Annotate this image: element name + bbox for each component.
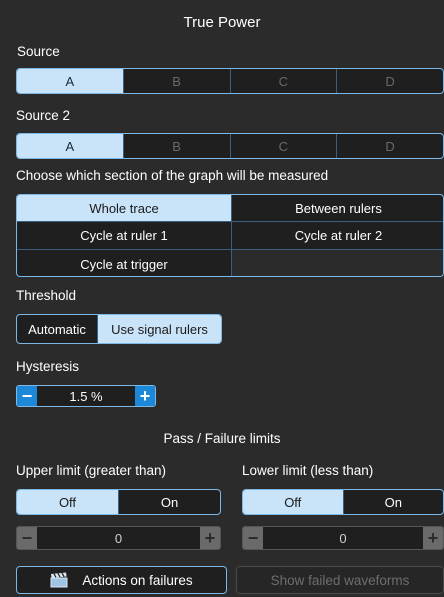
show-failed-waveforms-label: Show failed waveforms bbox=[270, 572, 410, 588]
upper-limit-increment-button[interactable]: + bbox=[200, 527, 220, 549]
threshold-option-signal-rulers[interactable]: Use signal rulers bbox=[97, 315, 221, 343]
source2-option-a[interactable]: A bbox=[17, 134, 123, 158]
source-label: Source bbox=[17, 44, 60, 59]
lower-limit-off[interactable]: Off bbox=[243, 490, 343, 514]
lower-limit-label: Lower limit (less than) bbox=[242, 463, 374, 478]
source-option-a[interactable]: A bbox=[17, 69, 123, 93]
hysteresis-increment-button[interactable]: + bbox=[135, 386, 155, 406]
hysteresis-decrement-button[interactable]: − bbox=[17, 386, 37, 406]
lower-limit-value[interactable]: 0 bbox=[263, 527, 423, 549]
source-option-c[interactable]: C bbox=[229, 69, 337, 93]
upper-limit-on[interactable]: On bbox=[118, 490, 220, 514]
section-label: Choose which section of the graph will b… bbox=[16, 168, 329, 183]
upper-limit-decrement-button[interactable]: − bbox=[17, 527, 37, 549]
limits-heading: Pass / Failure limits bbox=[163, 431, 281, 446]
hysteresis-stepper: − 1.5 % + bbox=[16, 385, 156, 407]
source2-option-b[interactable]: B bbox=[122, 134, 230, 158]
section-option-cycle-ruler-2[interactable]: Cycle at ruler 2 bbox=[232, 222, 443, 250]
threshold-label: Threshold bbox=[16, 288, 77, 303]
lower-limit-increment-button[interactable]: + bbox=[423, 527, 443, 549]
section-empty-cell bbox=[232, 250, 443, 276]
lower-limit-on[interactable]: On bbox=[342, 490, 444, 514]
source2-option-d[interactable]: D bbox=[336, 134, 443, 158]
source2-label: Source 2 bbox=[16, 108, 71, 123]
upper-limit-stepper: − 0 + bbox=[16, 526, 221, 550]
threshold-option-automatic[interactable]: Automatic bbox=[17, 315, 97, 343]
hysteresis-value[interactable]: 1.5 % bbox=[37, 386, 135, 406]
upper-limit-toggle: Off On bbox=[16, 489, 221, 515]
show-failed-waveforms-button[interactable]: Show failed waveforms bbox=[236, 566, 444, 594]
clapperboard-icon bbox=[50, 572, 68, 588]
section-selector: Whole trace Between rulers Cycle at rule… bbox=[16, 194, 444, 277]
upper-limit-off[interactable]: Off bbox=[17, 490, 118, 514]
section-option-cycle-trigger[interactable]: Cycle at trigger bbox=[17, 250, 232, 276]
source-selector: A B C D bbox=[16, 68, 444, 94]
threshold-selector: Automatic Use signal rulers bbox=[16, 314, 222, 344]
lower-limit-stepper: − 0 + bbox=[242, 526, 444, 550]
hysteresis-label: Hysteresis bbox=[16, 359, 80, 374]
source-option-b[interactable]: B bbox=[122, 69, 230, 93]
source-option-d[interactable]: D bbox=[336, 69, 443, 93]
lower-limit-toggle: Off On bbox=[242, 489, 444, 515]
section-option-whole-trace[interactable]: Whole trace bbox=[17, 195, 232, 222]
actions-on-failures-label: Actions on failures bbox=[82, 572, 193, 588]
lower-limit-decrement-button[interactable]: − bbox=[243, 527, 263, 549]
upper-limit-value[interactable]: 0 bbox=[37, 527, 200, 549]
source2-option-c[interactable]: C bbox=[229, 134, 337, 158]
section-option-cycle-ruler-1[interactable]: Cycle at ruler 1 bbox=[17, 222, 232, 250]
panel-title: True Power bbox=[183, 14, 261, 31]
source2-selector: A B C D bbox=[16, 133, 444, 159]
section-option-between-rulers[interactable]: Between rulers bbox=[232, 195, 443, 222]
actions-on-failures-button[interactable]: Actions on failures bbox=[16, 566, 227, 594]
upper-limit-label: Upper limit (greater than) bbox=[16, 463, 167, 478]
